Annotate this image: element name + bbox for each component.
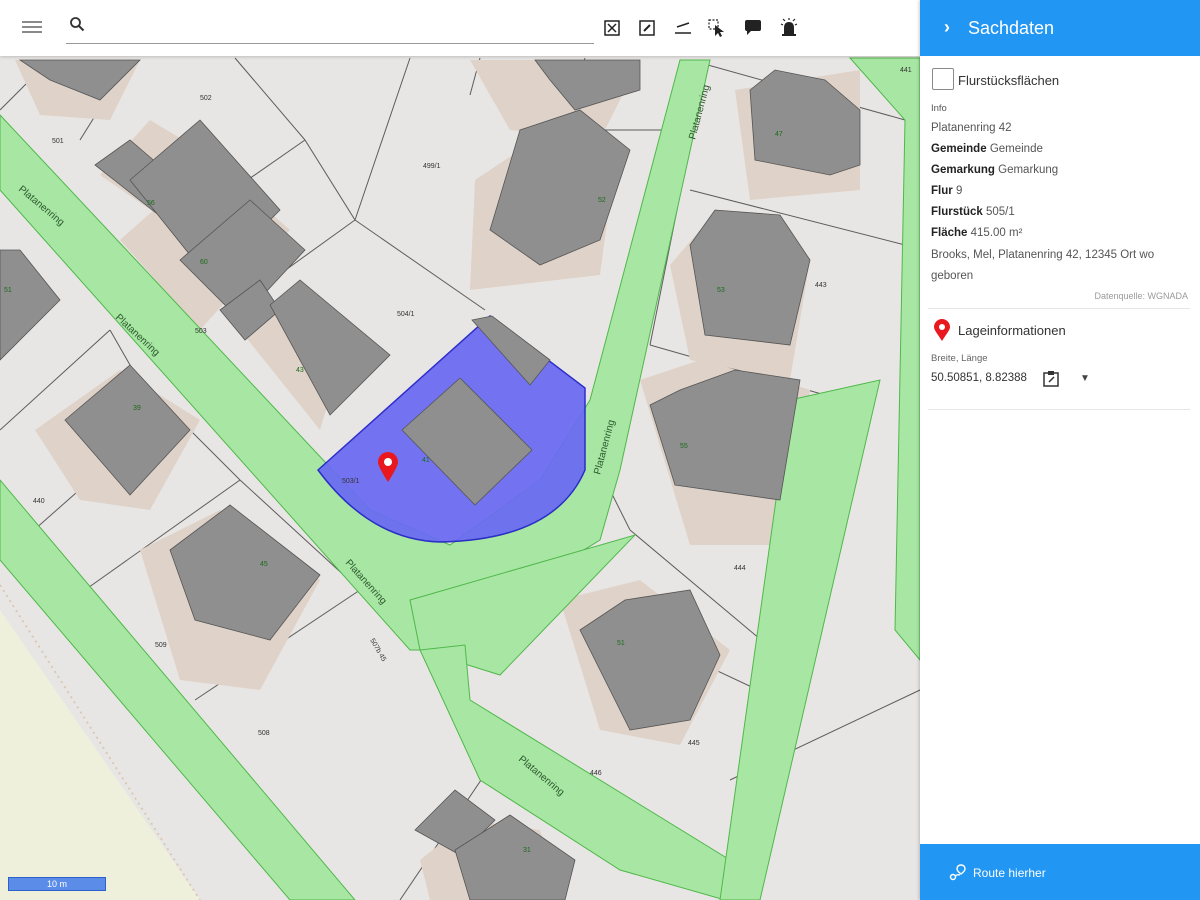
parcel-label: 444 <box>734 565 746 572</box>
coordinates-value: 50.50851, 8.82388 <box>931 372 1027 384</box>
parcel-label: 499/1 <box>423 163 441 170</box>
caret-down-icon[interactable]: ▼ <box>1080 373 1090 384</box>
house-number: 43 <box>296 367 304 374</box>
house-number: 51 <box>617 640 625 647</box>
house-number: 55 <box>680 443 688 450</box>
flurstuecksflaechen-checkbox[interactable] <box>932 68 954 90</box>
flaeche-row: Fläche 415.00 m² <box>931 227 1023 239</box>
flur-row: Flur 9 <box>931 185 963 197</box>
sidebar-title: Sachdaten <box>968 18 1055 38</box>
divider <box>928 409 1190 410</box>
parcel-label: 502 <box>200 95 212 102</box>
top-toolbar <box>0 0 920 56</box>
alarm-icon[interactable] <box>779 18 799 38</box>
house-number: 39 <box>133 405 141 412</box>
info-sidebar: › Sachdaten Flurstücksflächen Info Plata… <box>920 0 1200 900</box>
route-icon <box>949 864 966 881</box>
edit-icon[interactable] <box>637 18 657 38</box>
app-root: Platanenring Platanenring Platanenring P… <box>0 0 1200 900</box>
gemarkung-row: Gemarkung Gemarkung <box>931 164 1059 176</box>
coord-heading: Breite, Länge <box>931 353 988 364</box>
house-number: 31 <box>523 847 531 854</box>
gemeinde-row: Gemeinde Gemeinde <box>931 143 1043 155</box>
house-number: 53 <box>717 287 725 294</box>
parcel-label: 501 <box>52 138 64 145</box>
fit-extent-icon[interactable] <box>602 18 622 38</box>
checkbox-label: Flurstücksflächen <box>958 73 1060 88</box>
route-here-label: Route hierher <box>973 866 1046 880</box>
map-scale-bar: 10 m <box>8 877 106 891</box>
collapse-chevron-icon[interactable]: › <box>944 17 950 38</box>
parcel-label: 440 <box>33 498 45 505</box>
search-icon <box>70 17 85 32</box>
flurstueck-row: Flurstück 505/1 <box>931 206 1015 218</box>
owner-line-1: Brooks, Mel, Platanenring 42, 12345 Ort … <box>931 249 1155 261</box>
location-pin-icon <box>934 319 950 341</box>
parcel-label: 445 <box>688 740 700 747</box>
parcel-label: 504/1 <box>397 311 415 318</box>
search-input[interactable] <box>94 14 584 38</box>
parcel-label: 443 <box>815 282 827 289</box>
route-here-button[interactable]: Route hierher <box>920 844 1200 900</box>
parcel-label: 508 <box>258 730 270 737</box>
select-pointer-icon[interactable] <box>707 18 727 38</box>
house-number: 51 <box>4 287 12 294</box>
parcel-label: 503/1 <box>342 478 360 485</box>
copy-clipboard-icon[interactable] <box>1042 370 1062 388</box>
parcel-label: 509 <box>155 642 167 649</box>
parcel-label: 446 <box>590 770 602 777</box>
house-number: 41 <box>422 457 430 464</box>
owner-line-2: geboren <box>931 270 974 282</box>
house-number: 60 <box>200 259 208 266</box>
data-source-text: Datenquelle: WGNADA <box>1094 291 1188 301</box>
address-text: Platanenring 42 <box>931 122 1012 134</box>
measure-icon[interactable] <box>673 18 693 38</box>
search-bar <box>66 10 594 44</box>
sidebar-header: › Sachdaten <box>920 0 1200 56</box>
hamburger-menu-icon[interactable] <box>20 18 44 38</box>
house-number: 56 <box>147 200 155 207</box>
house-number: 52 <box>598 197 606 204</box>
comment-icon[interactable] <box>743 18 763 38</box>
divider <box>928 308 1190 309</box>
lageinformationen-label: Lageinformationen <box>958 323 1066 338</box>
house-number: 47 <box>775 131 783 138</box>
parcel-label: 503 <box>195 328 207 335</box>
info-heading: Info <box>931 103 947 114</box>
house-number: 45 <box>260 561 268 568</box>
parcel-label: 441 <box>900 67 912 74</box>
